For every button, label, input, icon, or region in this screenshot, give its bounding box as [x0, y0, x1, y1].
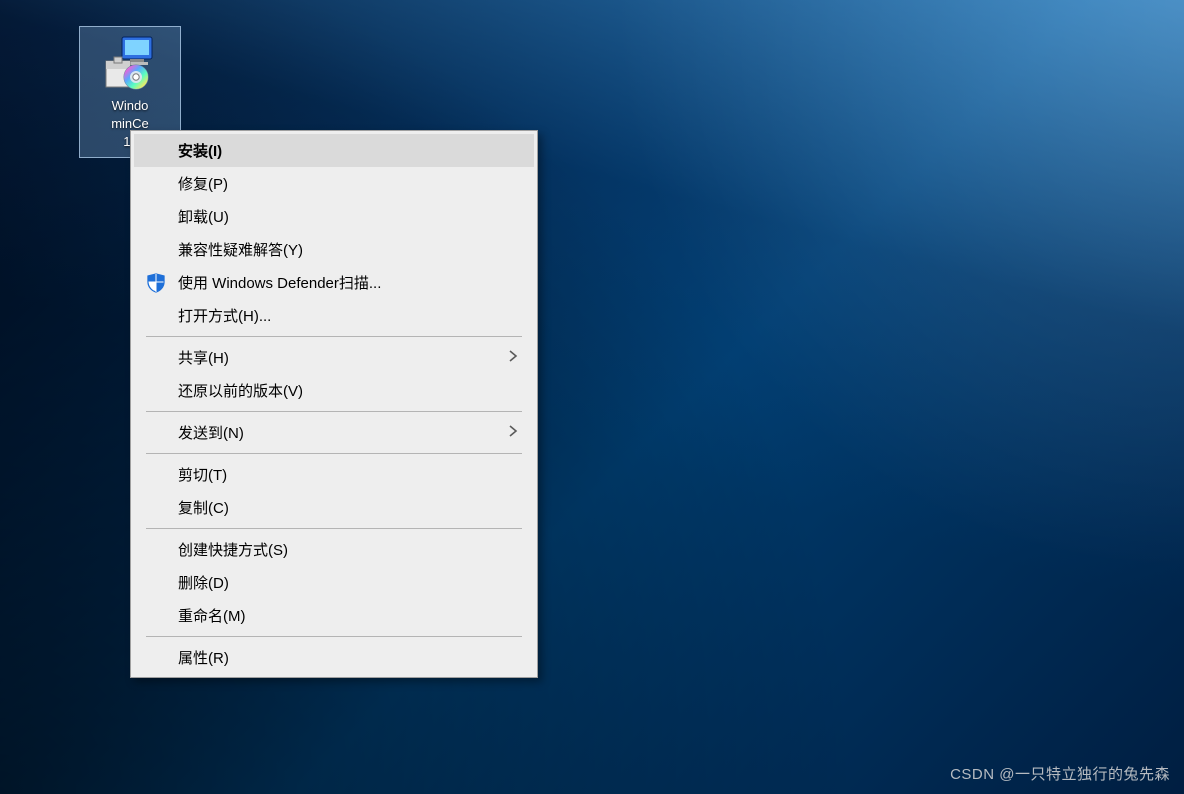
context-menu-item-label: 复制(C) [178, 497, 518, 518]
menu-separator [146, 453, 522, 454]
context-menu-item[interactable]: 还原以前的版本(V) [134, 374, 534, 407]
menu-separator [146, 336, 522, 337]
context-menu-item-label: 卸载(U) [178, 206, 518, 227]
context-menu-item-label: 重命名(M) [178, 605, 518, 626]
chevron-right-icon [508, 424, 518, 442]
context-menu-item[interactable]: 发送到(N) [134, 416, 534, 449]
context-menu-item-label: 修复(P) [178, 173, 518, 194]
menu-separator [146, 411, 522, 412]
context-menu-item[interactable]: 修复(P) [134, 167, 534, 200]
context-menu-item-label: 打开方式(H)... [178, 305, 518, 326]
shield-icon [134, 273, 178, 293]
menu-separator [146, 528, 522, 529]
context-menu-item[interactable]: 共享(H) [134, 341, 534, 374]
context-menu-item-label: 属性(R) [178, 647, 518, 668]
context-menu-item-label: 剪切(T) [178, 464, 518, 485]
context-menu-item[interactable]: 安装(I) [134, 134, 534, 167]
context-menu-item[interactable]: 打开方式(H)... [134, 299, 534, 332]
context-menu-item-label: 安装(I) [178, 140, 518, 161]
watermark-text: CSDN @一只特立独行的兔先森 [950, 763, 1170, 784]
context-menu: 安装(I) 修复(P) 卸载(U) 兼容性疑难解答(Y) 使用 Windows Defe… [130, 130, 538, 678]
context-menu-item-label: 使用 Windows Defender扫描... [178, 272, 518, 293]
context-menu-item[interactable]: 重命名(M) [134, 599, 534, 632]
chevron-right-icon [508, 349, 518, 367]
menu-separator [146, 636, 522, 637]
context-menu-item-label: 兼容性疑难解答(Y) [178, 239, 518, 260]
context-menu-item-label: 发送到(N) [178, 422, 508, 443]
msi-installer-icon [102, 35, 158, 91]
context-menu-item-label: 共享(H) [178, 347, 508, 368]
context-menu-item-label: 删除(D) [178, 572, 518, 593]
context-menu-item[interactable]: 兼容性疑难解答(Y) [134, 233, 534, 266]
context-menu-item-label: 还原以前的版本(V) [178, 380, 518, 401]
context-menu-item-label: 创建快捷方式(S) [178, 539, 518, 560]
context-menu-item[interactable]: 创建快捷方式(S) [134, 533, 534, 566]
context-menu-item[interactable]: 剪切(T) [134, 458, 534, 491]
context-menu-item[interactable]: 使用 Windows Defender扫描... [134, 266, 534, 299]
context-menu-item[interactable]: 删除(D) [134, 566, 534, 599]
context-menu-item[interactable]: 复制(C) [134, 491, 534, 524]
context-menu-item[interactable]: 属性(R) [134, 641, 534, 674]
context-menu-item[interactable]: 卸载(U) [134, 200, 534, 233]
